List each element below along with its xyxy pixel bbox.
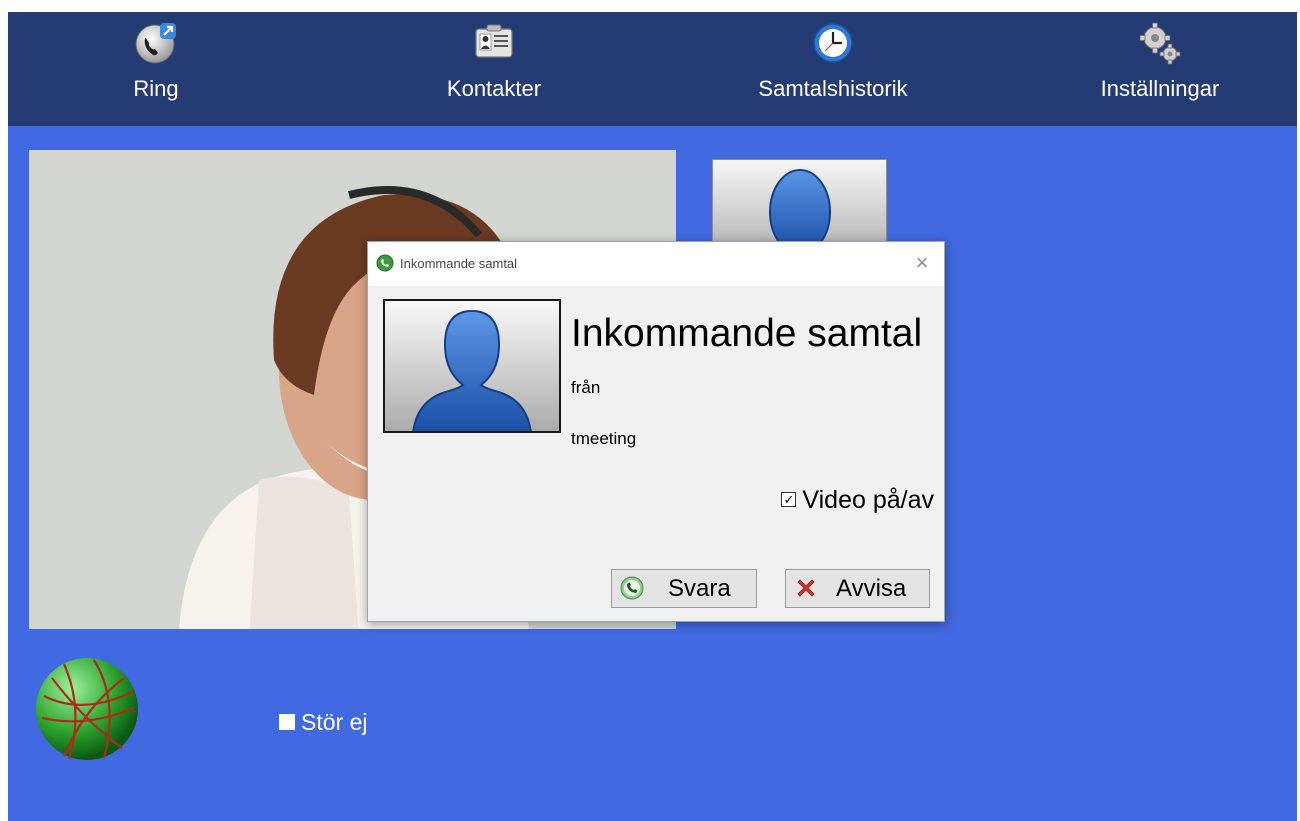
top-navigation: Ring Kontakter Samtalshistorik Inställni…	[8, 12, 1297, 126]
video-checkbox-box[interactable]: ✓	[781, 491, 797, 507]
decline-x-icon	[797, 579, 815, 597]
nav-installningar-label: Inställningar	[1100, 76, 1220, 101]
decline-button[interactable]: Avvisa	[785, 569, 930, 608]
nav-kontakter-label: Kontakter	[446, 76, 542, 101]
from-label: från	[571, 378, 601, 397]
answer-button[interactable]: Svara	[611, 569, 757, 608]
dnd-checkbox-box[interactable]	[279, 713, 295, 730]
nav-samtalshistorik-label: Samtalshistorik	[758, 76, 908, 101]
phone-call-icon	[135, 23, 176, 64]
globe-icon	[36, 658, 138, 760]
nav-ring[interactable]: Ring	[56, 20, 256, 120]
caller-avatar	[383, 299, 561, 433]
video-toggle-checkbox[interactable]: ✓ Video på/av	[781, 486, 934, 515]
clock-icon	[813, 23, 853, 63]
nav-samtalshistorik[interactable]: Samtalshistorik	[733, 20, 933, 120]
caller-name: tmeeting	[571, 429, 637, 448]
video-toggle-label: Video på/av	[802, 486, 934, 514]
close-icon[interactable]: ×	[908, 250, 936, 278]
incoming-call-dialog: Inkommande samtal × Inkommande samtal fr…	[367, 241, 945, 622]
dialog-titlebar: Inkommande samtal ×	[368, 242, 944, 286]
do-not-disturb-checkbox[interactable]: Stör ej	[279, 709, 367, 736]
nav-kontakter[interactable]: Kontakter	[394, 20, 594, 120]
dnd-label: Stör ej	[301, 709, 368, 735]
nav-ring-label: Ring	[133, 76, 179, 101]
decline-button-label: Avvisa	[836, 575, 907, 602]
dialog-window-title: Inkommande samtal	[400, 256, 518, 271]
answer-button-label: Svara	[668, 575, 731, 602]
app-window: Ring Kontakter Samtalshistorik Inställni…	[8, 12, 1297, 821]
nav-installningar[interactable]: Inställningar	[1060, 20, 1260, 120]
local-video-thumbnail	[712, 159, 887, 251]
gears-icon	[1139, 22, 1181, 65]
app-phone-icon	[376, 254, 394, 272]
answer-phone-icon	[620, 576, 644, 600]
contact-card-icon	[475, 24, 513, 58]
person-placeholder-icon	[769, 169, 831, 250]
dialog-heading: Inkommande samtal	[571, 312, 923, 355]
person-placeholder-icon	[412, 309, 532, 431]
